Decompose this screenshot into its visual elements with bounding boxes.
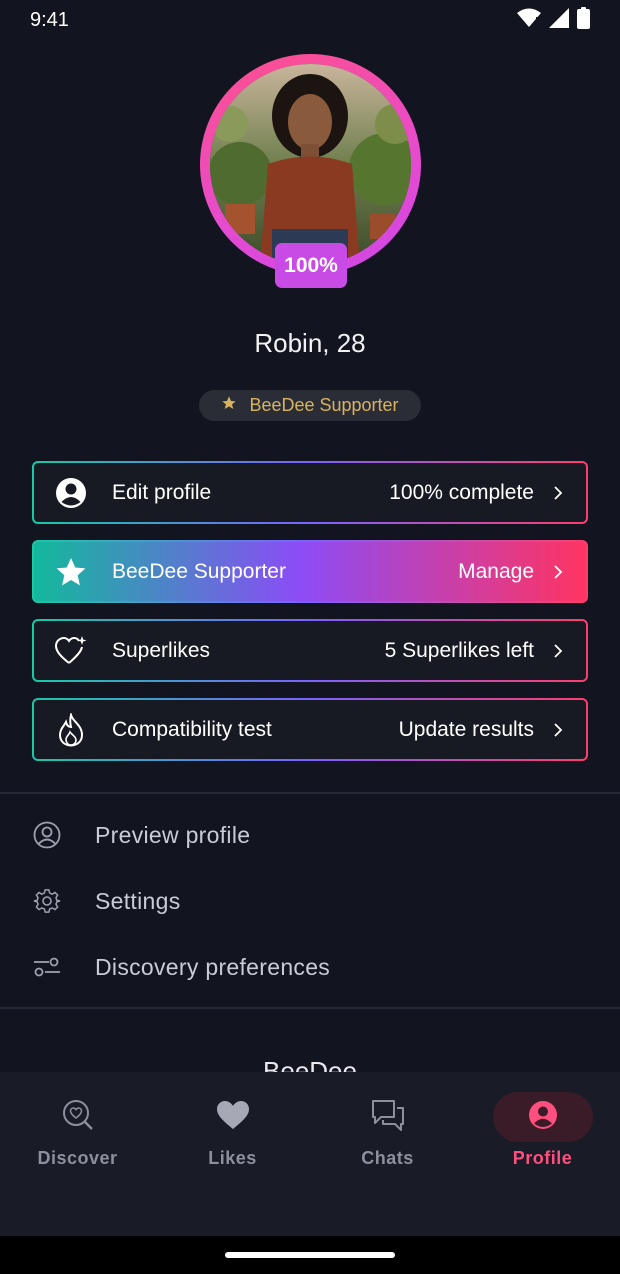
chevron-right-icon (552, 643, 564, 659)
compatibility-card[interactable]: Compatibility test Update results (32, 698, 588, 761)
heart-sparkle-icon (54, 634, 88, 668)
signal-icon (549, 7, 569, 33)
profile-icon (528, 1100, 558, 1135)
home-indicator[interactable] (225, 1252, 395, 1258)
card-label: Edit profile (112, 480, 212, 504)
avatar[interactable] (210, 64, 411, 265)
battery-icon (577, 6, 590, 34)
menu-label: Preview profile (95, 821, 251, 848)
card-label: BeeDee Supporter (112, 559, 286, 583)
card-value: 100% complete (389, 480, 534, 504)
superlikes-card[interactable]: Superlikes 5 Superlikes left (32, 619, 588, 682)
discover-icon (61, 1098, 95, 1137)
gear-icon (32, 886, 62, 916)
chevron-right-icon (552, 722, 564, 738)
nav-label: Chats (361, 1148, 414, 1168)
status-time: 9:41 (30, 8, 69, 31)
card-label: Superlikes (112, 638, 211, 662)
divider (0, 792, 620, 794)
heart-icon (216, 1100, 250, 1135)
status-icons (517, 6, 590, 34)
supporter-pill: BeeDee Supporter (199, 390, 421, 421)
card-label: Compatibility test (112, 717, 272, 741)
nav-label: Discover (37, 1148, 118, 1168)
discovery-preferences-item[interactable]: Discovery preferences (32, 942, 592, 992)
nav-profile[interactable]: Profile (465, 1092, 620, 1182)
chevron-right-icon (552, 564, 564, 580)
nav-discover[interactable]: Discover (0, 1092, 155, 1182)
menu-label: Settings (95, 887, 181, 914)
chat-icon (370, 1098, 406, 1137)
nav-label: Profile (512, 1148, 573, 1168)
gesture-bar (0, 1236, 620, 1274)
star-icon (221, 395, 237, 416)
chevron-right-icon (552, 485, 564, 501)
star-icon (54, 555, 88, 589)
avatar-ring[interactable] (200, 54, 421, 275)
menu-label: Discovery preferences (95, 953, 331, 980)
user-circle-outline-icon (32, 820, 62, 850)
status-bar: 9:41 (0, 0, 620, 40)
nav-label: Likes (208, 1148, 257, 1168)
settings-item[interactable]: Settings (32, 876, 592, 926)
brand-logo: BeeDee (263, 1056, 357, 1072)
card-value: Manage (458, 559, 534, 583)
flame-icon (54, 712, 88, 747)
card-value: Update results (398, 717, 534, 741)
completion-badge: 100% (275, 243, 347, 288)
divider (0, 1007, 620, 1009)
profile-name: Robin, 28 (254, 328, 366, 358)
wifi-icon (517, 8, 541, 33)
edit-profile-card[interactable]: Edit profile 100% complete (32, 461, 588, 524)
card-value: 5 Superlikes left (384, 638, 534, 662)
preview-profile-item[interactable]: Preview profile (32, 810, 592, 860)
nav-chats[interactable]: Chats (310, 1092, 465, 1182)
supporter-card[interactable]: BeeDee Supporter Manage (32, 540, 588, 603)
user-circle-icon (54, 476, 88, 510)
nav-likes[interactable]: Likes (155, 1092, 310, 1182)
supporter-pill-label: BeeDee Supporter (249, 395, 399, 415)
sliders-icon (32, 952, 62, 982)
bottom-nav: Discover Likes Chats Profile (0, 1072, 620, 1236)
